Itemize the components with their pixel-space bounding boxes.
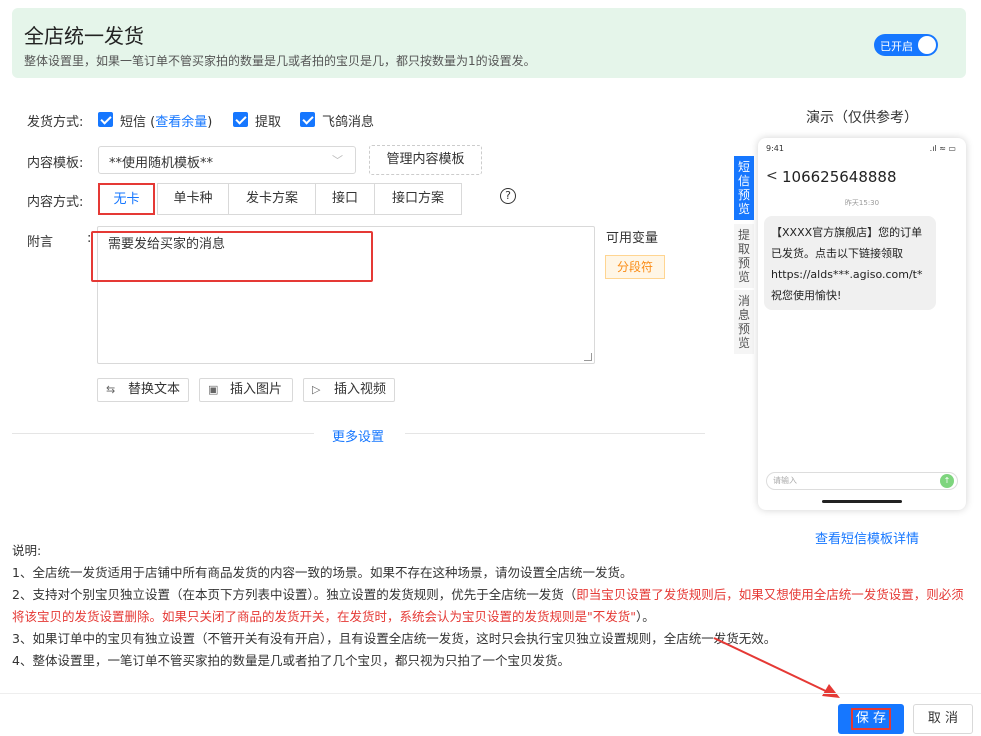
- insert-image-button[interactable]: ▣ 插入图片: [199, 378, 293, 402]
- save-button[interactable]: 保 存: [838, 704, 904, 734]
- delivery-method-label: 发货方式:: [27, 115, 84, 130]
- more-settings-link[interactable]: 更多设置: [332, 426, 384, 445]
- cancel-button[interactable]: 取 消: [913, 704, 973, 734]
- note-item-3: 3、如果订单中的宝贝有独立设置（不管开关有没有开启），且有设置全店统一发货，这时…: [12, 631, 777, 646]
- pickup-label: 提取: [255, 115, 282, 130]
- footer-divider: [0, 693, 981, 694]
- tab-message-preview[interactable]: 消息预览: [734, 290, 754, 354]
- sms-message-bubble: 【XXXX官方旗舰店】您的订单已发货。点击以下链接领取https://alds*…: [764, 216, 936, 310]
- mode-option-api-plan[interactable]: 接口方案: [374, 183, 462, 215]
- enabled-toggle[interactable]: 已开启: [874, 34, 938, 56]
- back-icon: <: [766, 168, 778, 184]
- phone-input: 请输入: [766, 472, 958, 490]
- mode-option-api[interactable]: 接口: [315, 183, 375, 215]
- help-icon[interactable]: ?: [500, 188, 516, 204]
- insert-video-button[interactable]: ▷ 插入视频: [303, 378, 395, 402]
- sms-checkbox[interactable]: [98, 112, 113, 127]
- note-item-1: 1、全店统一发货适用于店铺中所有商品发货的内容一致的场景。如果不存在这种场景，请…: [12, 565, 633, 580]
- phone-preview: 9:41 .ıl ≈ ▭ < 106625648888 昨天15:30 【XXX…: [758, 138, 966, 510]
- chevron-down-icon: ﹀: [332, 154, 343, 167]
- template-value: **使用随机模板**: [109, 156, 214, 171]
- notes-title: 说明:: [12, 543, 42, 558]
- template-label: 内容模板:: [27, 156, 84, 171]
- content-mode-label: 内容方式:: [27, 195, 84, 210]
- mode-option-card-plan[interactable]: 发卡方案: [228, 183, 316, 215]
- notes-section: 说明: 1、全店统一发货适用于店铺中所有商品发货的内容一致的场景。如果不存在这种…: [12, 540, 972, 672]
- sms-label: 短信 (查看余量): [120, 115, 213, 130]
- sender-number: 106625648888: [782, 168, 897, 186]
- note-label: 附言: [27, 235, 54, 250]
- divider-right: [405, 433, 705, 434]
- header-banner: 全店统一发货 整体设置里，如果一笔订单不管买家拍的数量是几或者拍的宝贝是几，都只…: [12, 8, 966, 78]
- tab-sms-preview[interactable]: 短信预览: [734, 156, 754, 220]
- signal-wifi-battery-icon: .ıl ≈ ▭: [929, 144, 956, 153]
- pickup-checkbox[interactable]: [233, 112, 248, 127]
- note-highlight-box: [91, 231, 373, 282]
- feige-checkbox[interactable]: [300, 112, 315, 127]
- feige-label: 飞鸽消息: [322, 115, 375, 130]
- save-highlight-box: [851, 708, 891, 730]
- view-balance-link[interactable]: 查看余量: [155, 115, 207, 130]
- toggle-label: 已开启: [880, 40, 913, 53]
- note-item-4: 4、整体设置里，一笔订单不管买家拍的数量是几或者拍了几个宝贝，都只视为只拍了一个…: [12, 653, 570, 668]
- mode-option-single-card[interactable]: 单卡种: [157, 183, 229, 215]
- message-date: 昨天15:30: [844, 199, 880, 207]
- image-icon: ▣: [208, 383, 219, 396]
- page-title: 全店统一发货: [24, 24, 144, 48]
- replace-icon: ⇆: [106, 383, 116, 396]
- variables-title: 可用变量: [606, 231, 659, 246]
- template-select[interactable]: **使用随机模板** ﹀: [98, 146, 356, 174]
- resize-handle-icon[interactable]: [584, 353, 592, 361]
- page: 全店统一发货 整体设置里，如果一笔订单不管买家拍的数量是几或者拍的宝贝是几，都只…: [0, 0, 981, 736]
- divider-left: [12, 433, 314, 434]
- demo-title: 演示（仅供参考）: [806, 110, 918, 126]
- tab-pickup-preview[interactable]: 提取预览: [734, 224, 754, 288]
- phone-time: 9:41: [766, 144, 784, 153]
- send-icon: ↑: [940, 474, 954, 488]
- home-indicator: [822, 500, 902, 503]
- manage-template-button[interactable]: 管理内容模板: [369, 145, 482, 175]
- replace-text-button[interactable]: ⇆ 替换文本: [97, 378, 189, 402]
- play-icon: ▷: [312, 383, 321, 396]
- mode-option-no-card[interactable]: 无卡: [98, 183, 155, 215]
- page-subtitle: 整体设置里，如果一笔订单不管买家拍的数量是几或者拍的宝贝是几，都只按数量为1的设…: [24, 54, 536, 68]
- toggle-knob: [918, 36, 936, 54]
- note-item-2: 2、支持对个别宝贝独立设置（在本页下方列表中设置）。独立设置的发货规则，优先于全…: [12, 587, 964, 624]
- segment-variable-tag[interactable]: 分段符: [605, 255, 665, 279]
